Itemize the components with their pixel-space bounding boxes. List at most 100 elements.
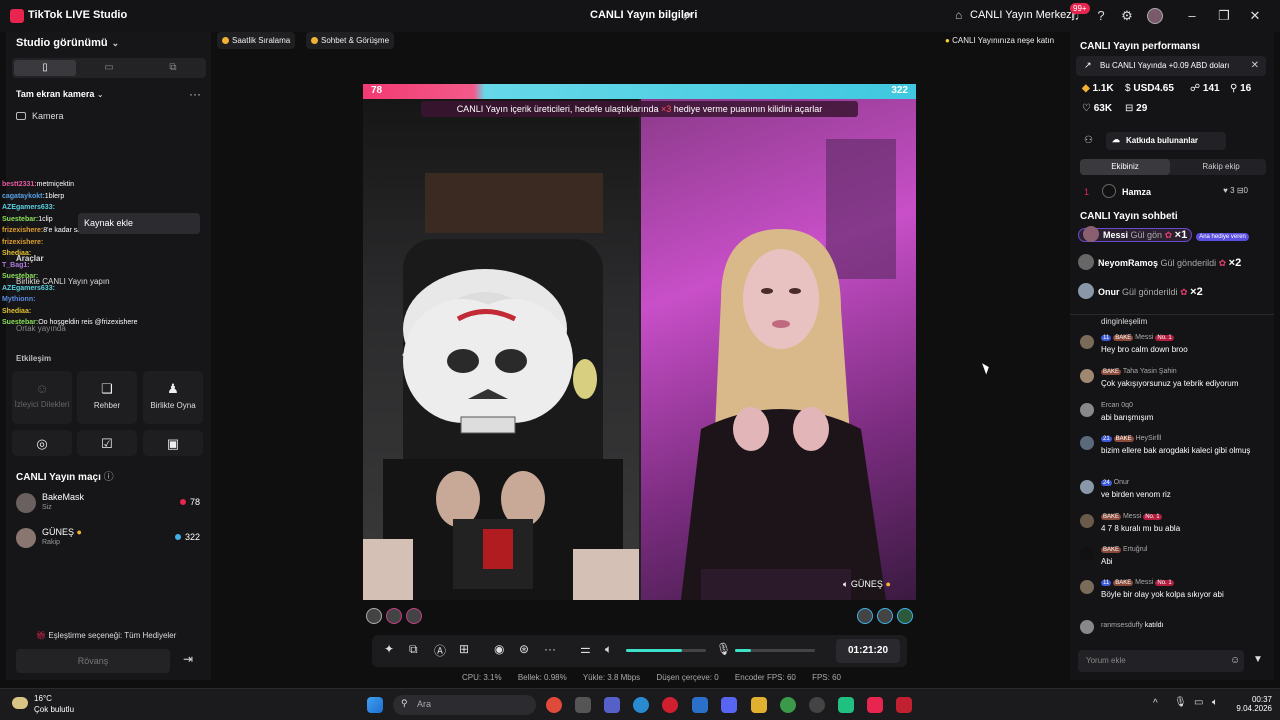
invite-live-label[interactable]: Birlikte CANLI Yayın yapın bbox=[16, 277, 110, 286]
supporter-avatar[interactable] bbox=[857, 608, 873, 624]
gift-notification: Messi Gül gön ✿ ×1 Ana hediye veren bbox=[1078, 226, 1268, 246]
app-green-icon[interactable] bbox=[838, 697, 854, 713]
chat-username[interactable]: Ertuğrul bbox=[1123, 546, 1148, 553]
maximize-icon[interactable]: ❐ bbox=[1215, 7, 1233, 25]
layered-option[interactable]: ⧉ bbox=[142, 60, 204, 76]
match-player-row: BakeMask Siz 78 bbox=[16, 491, 206, 517]
chat-username[interactable]: Onur bbox=[1114, 479, 1130, 486]
fps-stat: FPS: 60 bbox=[812, 673, 841, 682]
level-badge: 11 bbox=[1101, 335, 1112, 341]
supporter-avatar[interactable] bbox=[386, 608, 402, 624]
chat-username[interactable]: Messi bbox=[1123, 513, 1141, 520]
add-overlay-icon[interactable]: ⊞ bbox=[459, 642, 469, 656]
rank-name: Hamza bbox=[1122, 187, 1152, 197]
chevron-up-icon[interactable]: ^ bbox=[1153, 698, 1158, 709]
app-icon[interactable] bbox=[809, 697, 825, 713]
contributors-button[interactable]: ☁ Katkıda bulunanlar bbox=[1106, 132, 1226, 150]
close-icon[interactable]: ✕ bbox=[1251, 60, 1259, 71]
viewer-wishes-tile[interactable]: ☺ İzleyici Dilekleri bbox=[12, 371, 72, 424]
media-player-icon[interactable] bbox=[896, 697, 912, 713]
record-icon[interactable]: ◉ bbox=[494, 642, 504, 656]
top-gifter-badge: No. 1 bbox=[1155, 580, 1174, 586]
tip-chip[interactable]: ● CANLI Yayınınıza neşe katın bbox=[940, 32, 1059, 49]
screen-share-icon[interactable]: ⧉ bbox=[409, 642, 418, 657]
microphone-tray-icon[interactable]: 🎙︎ bbox=[1174, 697, 1187, 708]
likes-stat: ♡ 63K bbox=[1082, 103, 1113, 114]
chat-call-chip[interactable]: Sohbet & Görüşme bbox=[306, 32, 395, 49]
play-together-tile[interactable]: ♟ Birlikte Oyna bbox=[143, 371, 203, 424]
close-icon[interactable]: ✕ bbox=[1246, 7, 1264, 25]
avatar bbox=[1080, 547, 1094, 561]
opera-icon[interactable] bbox=[662, 697, 678, 713]
camera-switch-icon[interactable]: ⊛ bbox=[519, 642, 529, 656]
chat-username[interactable]: Taha Yasin Şahin bbox=[1123, 368, 1177, 375]
profile-avatar[interactable] bbox=[1147, 8, 1163, 24]
edge-icon[interactable] bbox=[633, 697, 649, 713]
avatar bbox=[1080, 514, 1094, 528]
scene-dropdown[interactable]: Tam ekran kamera ⌄ bbox=[16, 89, 104, 99]
ai-icon[interactable]: Ⓐ bbox=[434, 642, 446, 659]
cloud-icon: ☁ bbox=[1112, 135, 1120, 144]
windows-start-icon[interactable] bbox=[367, 697, 383, 713]
share-icon[interactable]: ⇗ bbox=[682, 9, 692, 23]
speaker-icon[interactable]: 🔈︎ bbox=[843, 579, 848, 589]
exit-match-icon[interactable]: ⇥ bbox=[178, 652, 198, 670]
clock[interactable]: 00:37 9.04.2026 bbox=[1232, 695, 1272, 713]
tile-row-3-c[interactable]: ▣ bbox=[143, 430, 203, 456]
tile-row-3-a[interactable]: ◎ bbox=[12, 430, 72, 456]
overlay-chat-line: Shediaa: bbox=[2, 307, 32, 315]
volume-slider[interactable] bbox=[626, 649, 706, 652]
minimize-icon[interactable]: – bbox=[1183, 7, 1201, 25]
guide-tile[interactable]: ❏ Rehber bbox=[77, 371, 137, 424]
tab-rival-team[interactable]: Rakip ekip bbox=[1176, 159, 1266, 175]
rematch-button[interactable]: Rövanş bbox=[16, 649, 170, 673]
volume-icon[interactable]: 🔈︎ bbox=[605, 642, 612, 657]
help-icon[interactable]: ? bbox=[1092, 7, 1110, 25]
emoji-icon[interactable]: ☺ bbox=[1230, 655, 1240, 666]
store-icon[interactable] bbox=[575, 697, 591, 713]
chat-username[interactable]: Messi bbox=[1135, 579, 1153, 586]
search-icon: ⚲ bbox=[401, 698, 408, 708]
hourly-ranking-chip[interactable]: Saatlik Sıralama bbox=[217, 32, 296, 49]
player-score: 322 bbox=[174, 532, 200, 542]
live-center-button[interactable]: CANLI Yayın Merkezi bbox=[970, 9, 1074, 21]
teams-icon[interactable] bbox=[604, 697, 620, 713]
more-icon[interactable]: ··· bbox=[544, 642, 556, 656]
tile-row-3-b[interactable]: ☑ bbox=[77, 430, 137, 456]
mic-slider[interactable] bbox=[735, 649, 815, 652]
chat-username[interactable]: HeySirlll bbox=[1136, 435, 1162, 442]
chrome-icon[interactable] bbox=[546, 697, 562, 713]
folder-icon[interactable] bbox=[751, 697, 767, 713]
adjust-icon[interactable]: ⚌ bbox=[580, 642, 591, 656]
comment-input[interactable]: Yorum ekle bbox=[1078, 650, 1244, 672]
supporter-avatar[interactable] bbox=[897, 608, 913, 624]
supporter-avatar[interactable] bbox=[877, 608, 893, 624]
tiktok-studio-icon[interactable] bbox=[867, 697, 883, 713]
magic-wand-icon[interactable]: ✦ bbox=[384, 642, 394, 656]
discord-icon[interactable] bbox=[721, 697, 737, 713]
mail-icon[interactable] bbox=[692, 697, 708, 713]
matching-option[interactable]: 🎁︎ Eşleştirme seçeneği: Tüm Hediyeler bbox=[36, 631, 176, 640]
chat-message-text: Çok yakışıyorsunuz ya tebrik ediyorum bbox=[1101, 379, 1239, 388]
top-gifter-badge: No. 1 bbox=[1143, 514, 1162, 520]
microphone-icon[interactable]: 🎙︎ bbox=[716, 642, 731, 656]
chat-username[interactable]: Ercan 0q0 bbox=[1101, 402, 1133, 409]
info-icon[interactable]: ⓘ bbox=[104, 472, 114, 483]
tab-your-team[interactable]: Ekibiniz bbox=[1080, 159, 1170, 175]
taskbar-search[interactable]: ⚲ Ara bbox=[393, 695, 536, 715]
camera-source[interactable]: Kamera bbox=[16, 111, 64, 121]
orientation-switch[interactable]: ▯ ▭ ⧉ bbox=[12, 58, 206, 78]
landscape-option[interactable]: ▭ bbox=[78, 60, 140, 76]
supporter-avatar[interactable] bbox=[366, 608, 382, 624]
supporter-avatar[interactable] bbox=[406, 608, 422, 624]
more-options-icon[interactable]: ··· bbox=[189, 87, 201, 101]
chrome-alt-icon[interactable] bbox=[780, 697, 796, 713]
studio-view-dropdown[interactable]: Studio görünümü ⌄ bbox=[16, 37, 119, 49]
person-settings-icon[interactable]: ⚇ bbox=[1084, 135, 1093, 146]
chat-username[interactable]: Messi bbox=[1135, 334, 1153, 341]
send-icon[interactable]: ▼ bbox=[1253, 654, 1263, 665]
network-icon[interactable]: ▭ bbox=[1194, 697, 1203, 708]
settings-gear-icon[interactable]: ⚙ bbox=[1118, 7, 1136, 25]
speaker-tray-icon[interactable]: 🔈︎ bbox=[1212, 697, 1218, 708]
portrait-option[interactable]: ▯ bbox=[14, 60, 76, 76]
